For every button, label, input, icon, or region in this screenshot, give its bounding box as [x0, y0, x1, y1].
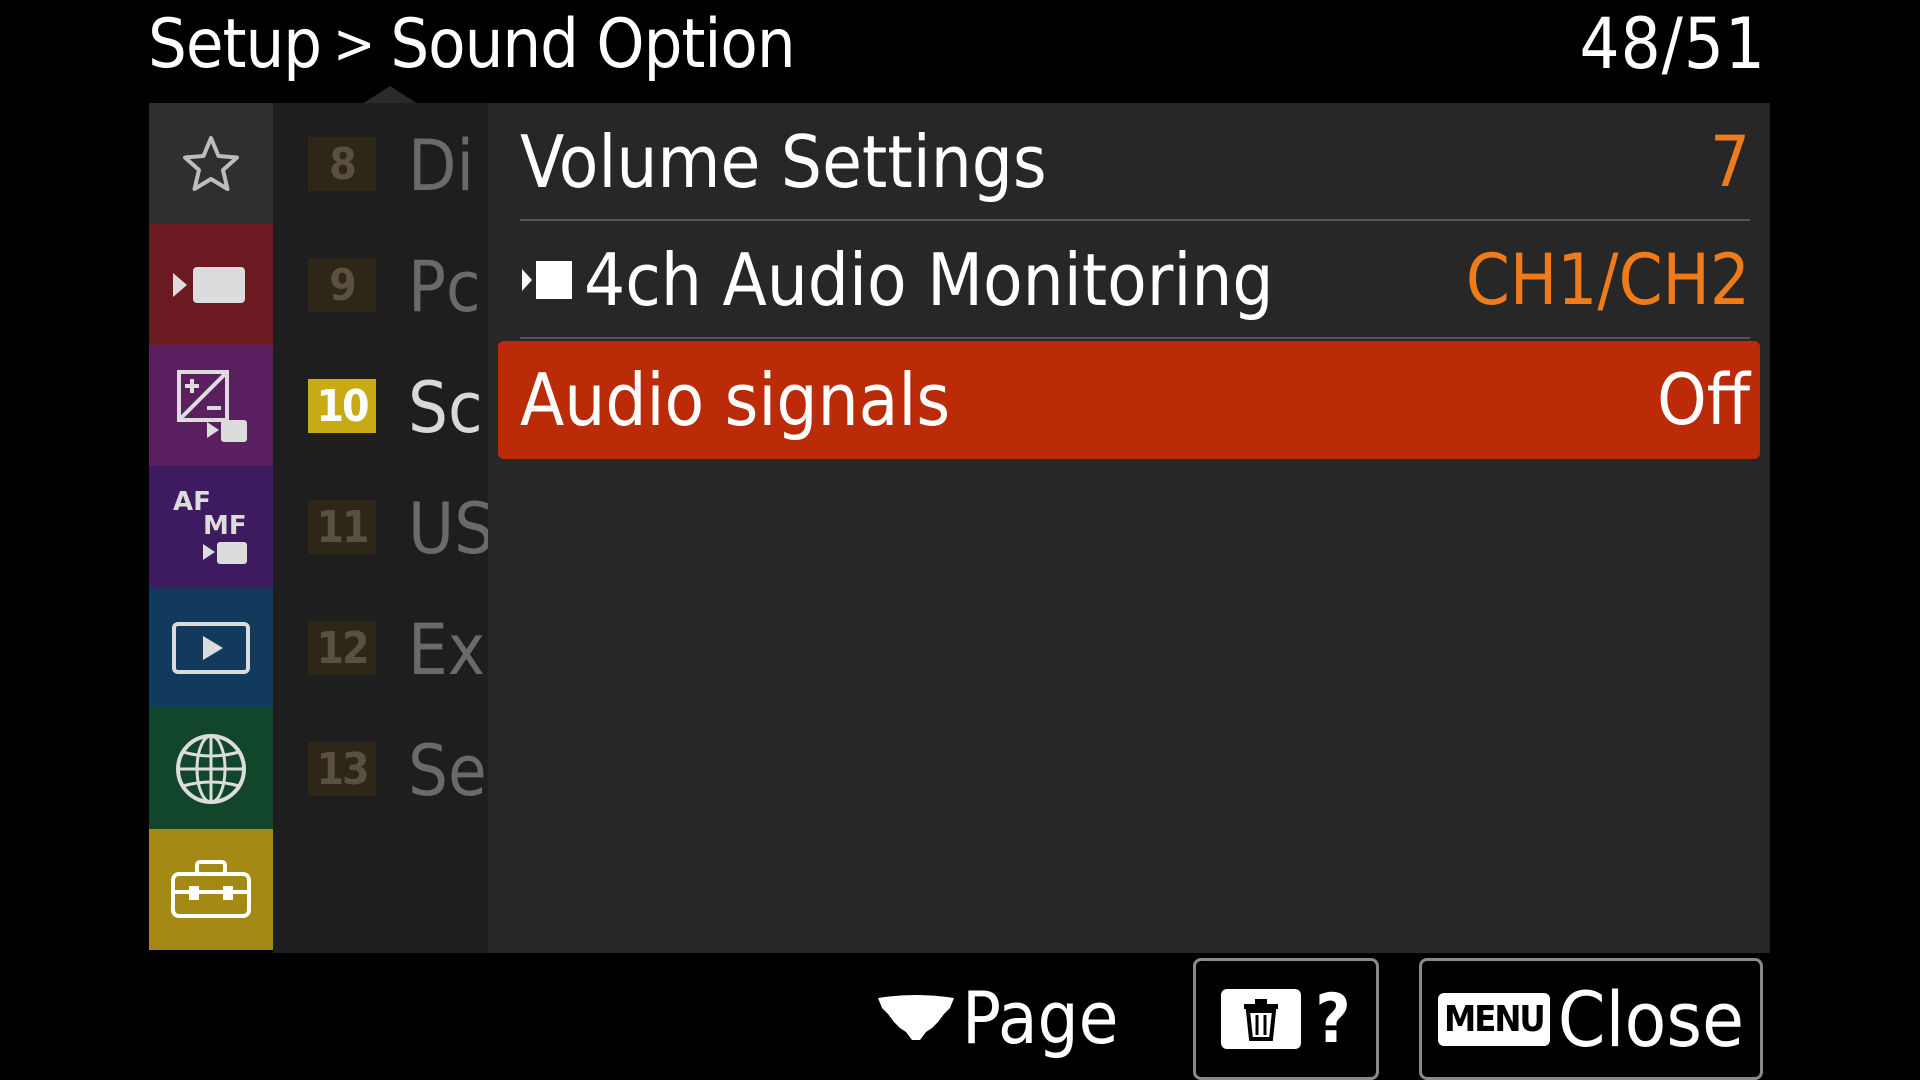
- menu-item-volume-settings[interactable]: Volume Settings 7: [498, 103, 1760, 221]
- subpage-item[interactable]: 12 Ex: [273, 587, 488, 708]
- subpage-number: 10: [308, 379, 376, 433]
- subpage-name: Ex: [408, 609, 486, 691]
- toolbox-icon: [171, 859, 251, 918]
- subpage-name: Di: [408, 125, 475, 207]
- close-button[interactable]: MENU Close: [1419, 958, 1763, 1080]
- subpage-number: 8: [308, 137, 376, 191]
- subpage-number: 13: [308, 742, 376, 796]
- breadcrumb-separator: >: [333, 11, 375, 77]
- subpage-item[interactable]: 13 Se: [273, 708, 488, 829]
- delete-help-button[interactable]: ?: [1193, 958, 1379, 1080]
- subpage-name: US: [408, 488, 488, 570]
- subpage-item[interactable]: 8 Di: [273, 103, 488, 224]
- movie-icon: [520, 257, 576, 303]
- menu-item-value: 7: [1709, 121, 1750, 203]
- svg-text:MF: MF: [203, 511, 247, 541]
- breadcrumb: Setup > Sound Option: [148, 4, 796, 84]
- menu-item-value: Off: [1657, 359, 1750, 441]
- subpage-list: 8 Di 9 Pc 10 Sc 11 US 12 Ex 13 Se: [273, 103, 488, 953]
- menu-panel: Volume Settings 7 4ch Audio Monitoring C…: [488, 103, 1770, 953]
- subpage-name: Pc: [408, 246, 481, 328]
- category-focus-af-mf[interactable]: AF MF: [149, 466, 273, 587]
- subpage-item[interactable]: 11 US: [273, 466, 488, 587]
- exposure-color-icon: [177, 369, 247, 442]
- menu-item-4ch-audio-monitoring[interactable]: 4ch Audio Monitoring CH1/CH2: [498, 221, 1760, 339]
- page-label: Page: [962, 976, 1119, 1060]
- playback-icon: [172, 621, 250, 674]
- menu-item-label: Volume Settings: [520, 120, 1047, 204]
- subpage-number: 11: [308, 500, 376, 554]
- page-navigation-hint: Page: [876, 968, 1119, 1068]
- category-setup[interactable]: [149, 829, 273, 950]
- movie-icon: [173, 266, 245, 303]
- subpage-number: 9: [308, 258, 376, 312]
- menu-item-label-group: 4ch Audio Monitoring: [520, 221, 1274, 339]
- subpage-number: 12: [308, 621, 376, 675]
- menu-item-label: Audio signals: [520, 358, 951, 442]
- control-wheel-icon: [878, 995, 954, 1040]
- globe-icon: [176, 733, 246, 804]
- breadcrumb-section: Setup: [148, 4, 322, 84]
- star-icon: [183, 135, 239, 191]
- category-exposure-color[interactable]: [149, 345, 273, 466]
- subpage-item-active[interactable]: 10 Sc: [273, 345, 488, 466]
- category-sidebar: AF MF: [149, 103, 273, 950]
- tab-caret-indicator: [362, 86, 418, 104]
- subpage-name: Se: [408, 730, 487, 812]
- subpage-item[interactable]: 9 Pc: [273, 224, 488, 345]
- category-network[interactable]: [149, 708, 273, 829]
- category-shooting-movie[interactable]: [149, 224, 273, 345]
- category-playback[interactable]: [149, 587, 273, 708]
- menu-item-value: CH1/CH2: [1465, 239, 1750, 321]
- close-label: Close: [1557, 974, 1745, 1064]
- subpage-name: Sc: [408, 367, 483, 449]
- help-label: ?: [1315, 979, 1351, 1059]
- page-counter: 48/51: [1579, 3, 1766, 85]
- menu-item-audio-signals[interactable]: Audio signals Off: [498, 341, 1760, 459]
- menu-item-label: 4ch Audio Monitoring: [584, 238, 1274, 322]
- category-favorites[interactable]: [149, 103, 273, 224]
- af-mf-icon: AF MF: [173, 487, 247, 564]
- page-title: Sound Option: [390, 4, 795, 84]
- menu-key-icon: MENU: [1437, 992, 1550, 1046]
- trash-icon: [1221, 989, 1302, 1049]
